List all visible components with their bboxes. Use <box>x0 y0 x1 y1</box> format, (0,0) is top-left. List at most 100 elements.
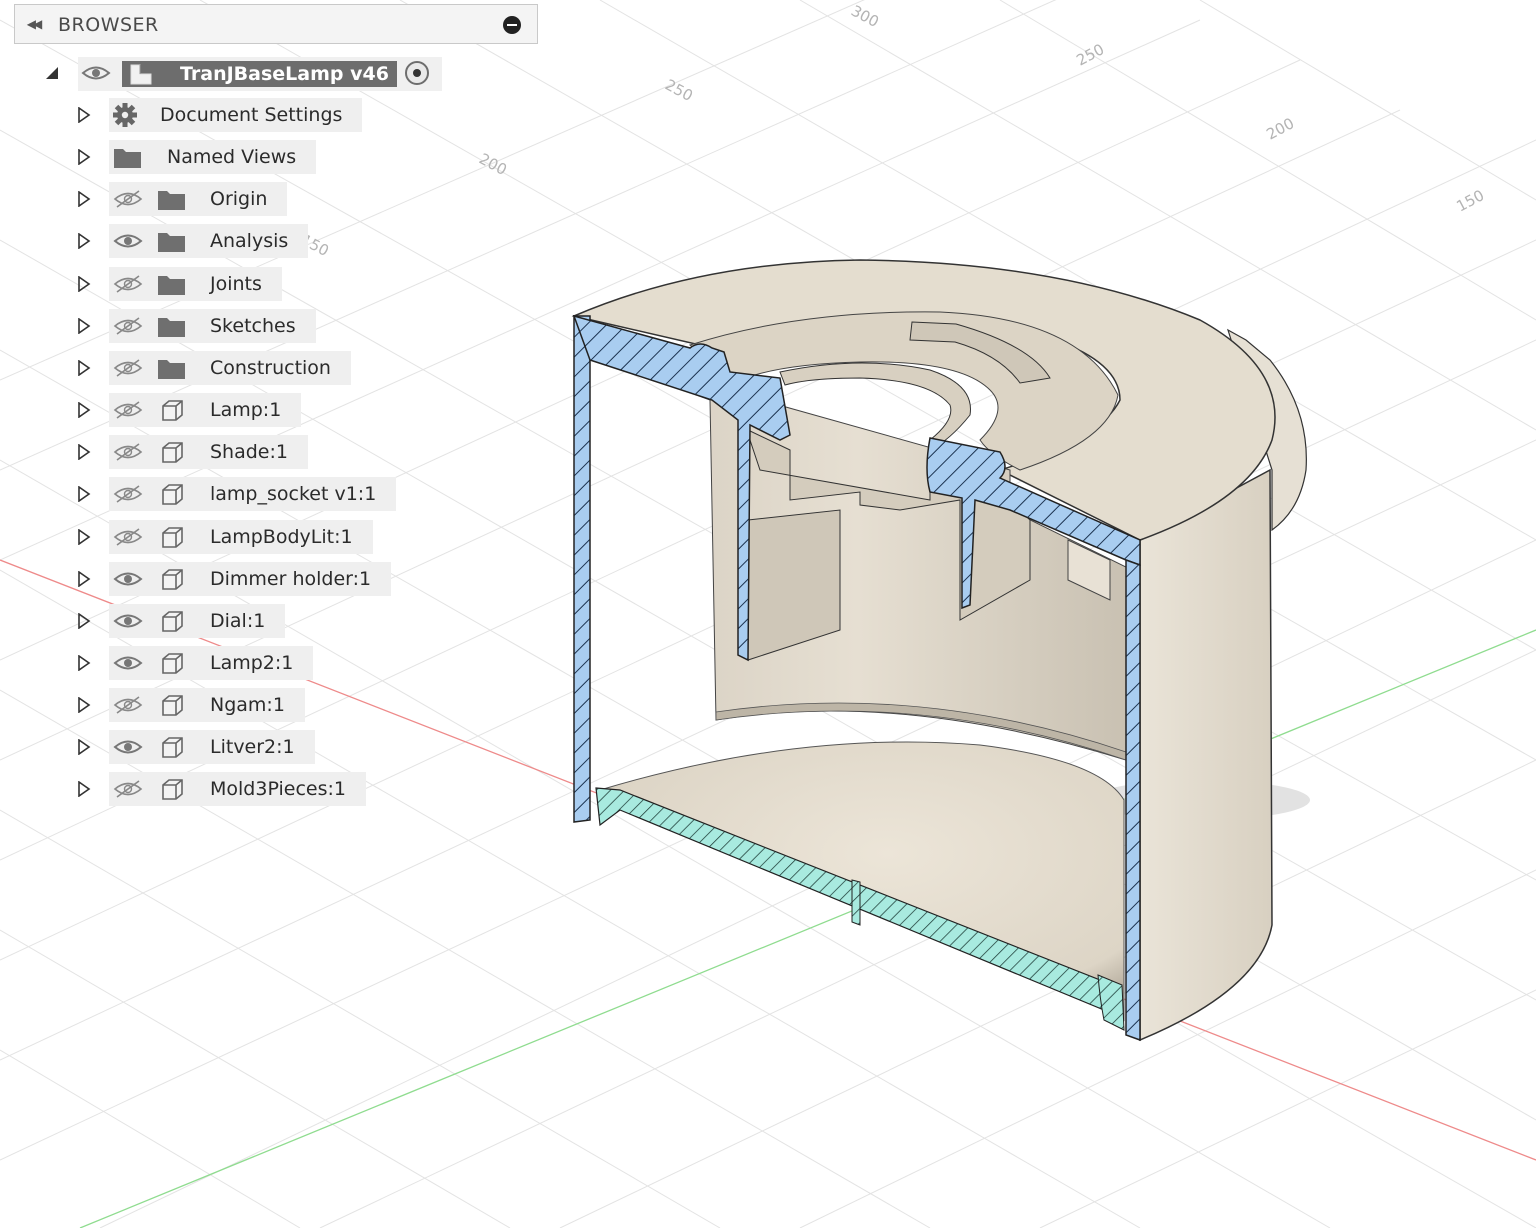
triangle-collapsed-icon[interactable] <box>77 444 91 460</box>
eye-hidden-icon[interactable] <box>113 527 143 547</box>
folder-icon <box>158 360 185 379</box>
browser-title: BROWSER <box>58 14 159 36</box>
tree-node-label: Document Settings <box>160 104 343 126</box>
tree-node-label: Joints <box>210 273 262 295</box>
minus-circle-icon[interactable] <box>503 16 521 34</box>
double-chevron-left-icon[interactable]: ◀◀ <box>23 14 43 34</box>
tree-node-label: Origin <box>210 188 268 210</box>
folder-icon <box>158 318 185 337</box>
section-floor-rib <box>851 879 861 926</box>
triangle-collapsed-icon[interactable] <box>77 191 91 207</box>
component-icon <box>162 569 183 590</box>
grid-label: 250 <box>662 76 696 105</box>
triangle-collapsed-icon[interactable] <box>77 655 91 671</box>
eye-hidden-icon[interactable] <box>113 695 143 715</box>
tree-node-label: Lamp:1 <box>210 399 282 421</box>
tree-row[interactable]: Document Settings <box>0 98 400 134</box>
tree-node-label: Construction <box>210 357 331 379</box>
activate-radio-icon[interactable] <box>405 61 429 85</box>
triangle-collapsed-icon[interactable] <box>77 781 91 797</box>
tree-row[interactable]: Dimmer holder:1 <box>0 562 400 598</box>
document-component-icon <box>130 64 152 85</box>
eye-hidden-icon[interactable] <box>113 484 143 504</box>
component-icon <box>162 737 183 758</box>
folder-icon <box>158 233 185 252</box>
component-icon <box>162 779 183 800</box>
eye-hidden-icon[interactable] <box>113 316 143 336</box>
triangle-collapsed-icon[interactable] <box>77 613 91 629</box>
lamp-base-model[interactable] <box>571 259 1310 1042</box>
tree-row[interactable]: Lamp2:1 <box>0 646 400 682</box>
eye-icon[interactable] <box>113 611 143 631</box>
tree-row[interactable]: Shade:1 <box>0 435 400 471</box>
eye-hidden-icon[interactable] <box>113 358 143 378</box>
tree-row[interactable]: Joints <box>0 267 400 303</box>
grid-label: 200 <box>1263 114 1297 143</box>
tree-node-label: Analysis <box>210 230 289 252</box>
tree-row[interactable]: lamp_socket v1:1 <box>0 477 400 513</box>
section-outer-wall-left <box>573 315 591 823</box>
folder-icon <box>158 276 185 295</box>
outer-wall <box>1139 468 1273 1042</box>
eye-hidden-icon[interactable] <box>113 274 143 294</box>
triangle-collapsed-icon[interactable] <box>77 697 91 713</box>
tree-node-label: lamp_socket v1:1 <box>210 483 377 505</box>
tree-row[interactable]: Construction <box>0 351 400 387</box>
triangle-collapsed-icon[interactable] <box>77 233 91 249</box>
component-icon <box>162 400 183 421</box>
component-icon <box>162 527 183 548</box>
tree-node-label: Dial:1 <box>210 610 266 632</box>
triangle-collapsed-icon[interactable] <box>77 739 91 755</box>
tree-row[interactable]: Sketches <box>0 309 400 345</box>
section-outer-wall-right <box>1125 558 1141 1042</box>
tree-row[interactable]: Mold3Pieces:1 <box>0 772 400 808</box>
tree-row[interactable]: LampBodyLit:1 <box>0 520 400 556</box>
grid-label: 300 <box>848 2 882 31</box>
eye-hidden-icon[interactable] <box>113 779 143 799</box>
triangle-collapsed-icon[interactable] <box>77 486 91 502</box>
tree-row[interactable]: Named Views <box>0 140 400 176</box>
triangle-collapsed-icon[interactable] <box>77 276 91 292</box>
grid-label: 200 <box>476 150 510 179</box>
eye-icon[interactable] <box>113 231 143 251</box>
tree-node-label: Lamp2:1 <box>210 652 294 674</box>
triangle-collapsed-icon[interactable] <box>77 107 91 123</box>
grid-label: 150 <box>1453 186 1487 215</box>
eye-hidden-icon[interactable] <box>113 189 143 209</box>
tree-node-label: Named Views <box>167 146 297 168</box>
tree-node-label: Litver2:1 <box>210 736 295 758</box>
triangle-collapsed-icon[interactable] <box>77 360 91 376</box>
eye-icon[interactable] <box>113 653 143 673</box>
tree-row[interactable]: Analysis <box>0 224 400 260</box>
triangle-collapsed-icon[interactable] <box>77 402 91 418</box>
component-icon <box>162 611 183 632</box>
tree-node-label: Dimmer holder:1 <box>210 568 372 590</box>
browser-panel-header: ◀◀ BROWSER <box>14 4 538 44</box>
tree-row[interactable]: Origin <box>0 182 400 218</box>
component-icon <box>162 442 183 463</box>
component-icon <box>162 484 183 505</box>
gear-icon <box>113 103 137 127</box>
component-icon <box>162 695 183 716</box>
triangle-collapsed-icon[interactable] <box>77 149 91 165</box>
tree-node-label: Shade:1 <box>210 441 288 463</box>
eye-icon[interactable] <box>81 63 111 83</box>
eye-icon[interactable] <box>113 737 143 757</box>
triangle-expanded-icon[interactable] <box>45 66 59 80</box>
eye-hidden-icon[interactable] <box>113 400 143 420</box>
tree-row[interactable]: Lamp:1 <box>0 393 400 429</box>
grid-label: 250 <box>1073 40 1107 69</box>
triangle-collapsed-icon[interactable] <box>77 529 91 545</box>
folder-icon <box>114 149 141 168</box>
tree-node-label: Ngam:1 <box>210 694 285 716</box>
component-icon <box>162 653 183 674</box>
eye-hidden-icon[interactable] <box>113 442 143 462</box>
eye-icon[interactable] <box>113 569 143 589</box>
triangle-collapsed-icon[interactable] <box>77 571 91 587</box>
tree-row[interactable]: Litver2:1 <box>0 730 400 766</box>
tree-row[interactable]: Ngam:1 <box>0 688 400 724</box>
tree-node-label: Mold3Pieces:1 <box>210 778 346 800</box>
tree-row[interactable]: Dial:1 <box>0 604 400 640</box>
triangle-collapsed-icon[interactable] <box>77 318 91 334</box>
folder-icon <box>158 191 185 210</box>
